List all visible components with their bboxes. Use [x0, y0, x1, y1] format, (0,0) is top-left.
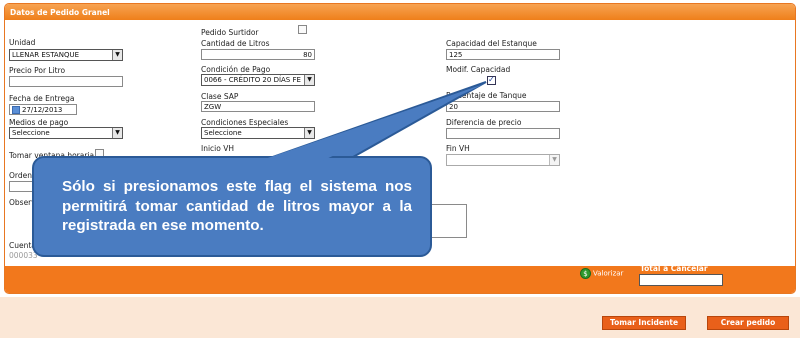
capacidad-estanque-input[interactable]: 125: [446, 49, 560, 60]
fecha-entrega-input[interactable]: 27/12/2013: [9, 104, 77, 115]
cantidad-litros-label: Cantidad de Litros: [201, 39, 270, 48]
valorizar-label: Valorizar: [593, 269, 624, 278]
clase-sap-input[interactable]: ZGW: [201, 101, 315, 112]
pedido-surtidor-checkbox[interactable]: [298, 25, 307, 34]
precio-litro-label: Precio Por Litro: [9, 66, 66, 75]
medios-pago-value: Seleccione: [12, 129, 50, 137]
condiciones-especiales-label: Condiciones Especiales: [201, 118, 289, 127]
callout-text: Sólo si presionamos este flag el sistema…: [62, 178, 412, 234]
fin-vh-label: Fin VH: [446, 144, 470, 153]
fecha-entrega-label: Fecha de Entrega: [9, 94, 75, 103]
chevron-down-icon: ▼: [112, 50, 122, 60]
total-input: [639, 274, 723, 286]
diferencia-precio-input[interactable]: [446, 128, 560, 139]
unidad-select[interactable]: LLENAR ESTANQUE ▼: [9, 49, 123, 61]
crear-pedido-button[interactable]: Crear pedido: [707, 316, 789, 330]
orden-label: Orden: [9, 171, 32, 180]
modif-capacidad-checkbox[interactable]: [487, 75, 496, 85]
unidad-value: LLENAR ESTANQUE: [12, 51, 80, 59]
medios-pago-select[interactable]: Seleccione ▼: [9, 127, 123, 139]
unidad-label: Unidad: [9, 38, 36, 47]
cuenta-value: 000033: [9, 251, 38, 260]
precio-litro-input[interactable]: [9, 76, 123, 87]
panel-title: Datos de Pedido Granel: [5, 4, 795, 20]
fecha-entrega-value: 27/12/2013: [22, 106, 63, 114]
calendar-icon[interactable]: [12, 106, 20, 114]
money-icon: $: [580, 268, 591, 279]
cantidad-litros-input[interactable]: 80: [201, 49, 315, 60]
medios-pago-label: Medios de pago: [9, 118, 69, 127]
chevron-down-icon: ▼: [304, 128, 314, 138]
tomar-incidente-button[interactable]: Tomar Incidente: [602, 316, 686, 330]
condicion-pago-value: 0066 - CRÉDITO 20 DÍAS FE: [204, 76, 301, 84]
chevron-down-icon: ▼: [112, 128, 122, 138]
porcentaje-tanque-label: Porcentaje de Tanque: [446, 91, 527, 100]
valorizar-button[interactable]: $ Valorizar: [580, 268, 623, 279]
condicion-pago-label: Condición de Pago: [201, 65, 271, 74]
total-label: Total a Cancelar: [640, 264, 708, 273]
fin-vh-select[interactable]: ▼: [446, 154, 560, 166]
condiciones-especiales-value: Seleccione: [204, 129, 242, 137]
chevron-down-icon: ▼: [549, 155, 559, 165]
porcentaje-tanque-input[interactable]: 20: [446, 101, 560, 112]
pedido-surtidor-label: Pedido Surtidor: [201, 28, 259, 37]
modif-capacidad-label: Modif. Capacidad: [446, 65, 511, 74]
capacidad-estanque-label: Capacidad del Estanque: [446, 39, 537, 48]
diferencia-precio-label: Diferencia de precio: [446, 118, 522, 127]
inicio-vh-label: Inicio VH: [201, 144, 234, 153]
chevron-down-icon: ▼: [304, 75, 314, 85]
condiciones-especiales-select[interactable]: Seleccione ▼: [201, 127, 315, 139]
clase-sap-label: Clase SAP: [201, 92, 239, 101]
condicion-pago-select[interactable]: 0066 - CRÉDITO 20 DÍAS FE ▼: [201, 74, 315, 86]
